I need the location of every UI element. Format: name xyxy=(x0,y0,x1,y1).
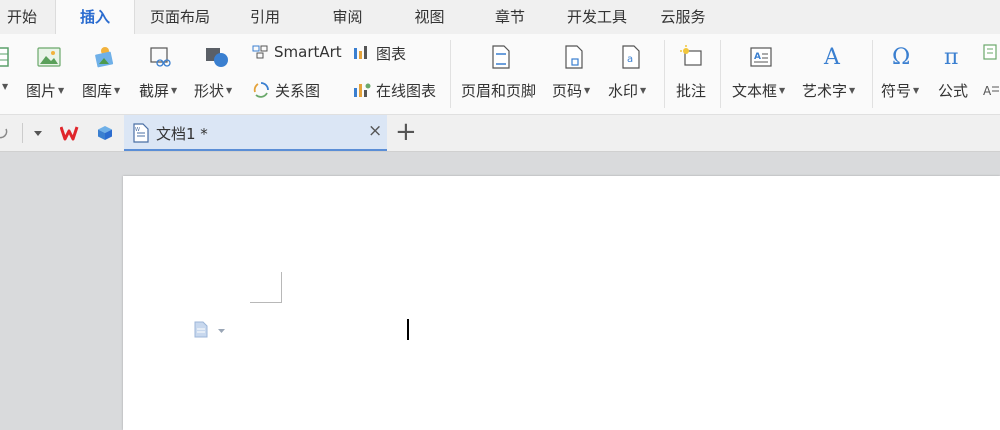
table-dropdown-caret: ▼ xyxy=(2,82,9,91)
page-number-button[interactable]: 页码 ▼ xyxy=(550,34,598,112)
tab-section[interactable]: 章节 xyxy=(482,0,538,34)
svg-text:A: A xyxy=(983,84,992,98)
gallery-dropdown-caret: ▼ xyxy=(114,86,121,95)
screenshot-button[interactable]: 截屏 ▼ xyxy=(137,34,187,112)
online-chart-icon xyxy=(354,83,371,97)
ribbon-separator xyxy=(664,40,665,108)
ribbon-separator xyxy=(720,40,721,108)
textbox-button[interactable]: A 文本框 ▼ xyxy=(728,34,794,112)
cycle-icon xyxy=(253,82,269,98)
omega-icon: Ω xyxy=(892,45,910,68)
wordart-button[interactable]: A 艺术字 ▼ xyxy=(800,34,866,112)
document-tab-title: 文档1 * xyxy=(156,125,208,143)
textbox-icon: A xyxy=(750,47,772,67)
tab-insert[interactable]: 插入 xyxy=(55,0,135,34)
tab-review[interactable]: 审阅 xyxy=(320,0,375,34)
online-chart-button[interactable]: 在线图表 xyxy=(353,79,445,103)
formula-button[interactable]: π 公式 xyxy=(935,34,975,112)
text-cursor xyxy=(407,319,409,340)
watermark-button[interactable]: a 水印 ▼ xyxy=(606,34,656,112)
svg-text:A: A xyxy=(823,45,841,68)
screenshot-dropdown-caret: ▼ xyxy=(171,86,178,95)
margin-corner-mark xyxy=(250,272,282,303)
document-tab[interactable]: W 文档1 * × xyxy=(124,115,387,151)
document-tab-bar: W 文档1 * × + xyxy=(0,115,1000,152)
tab-view[interactable]: 视图 xyxy=(402,0,457,34)
symbol-label: 符号 xyxy=(881,82,912,100)
page-number-icon xyxy=(565,45,583,69)
shapes-button[interactable]: 形状 ▼ xyxy=(193,34,243,112)
ribbon-insert: ▼ 图片 ▼ 图库 ▼ 截屏 ▼ 形状 ▼ SmartArt 图表 关系图 在线… xyxy=(0,34,1000,115)
paragraph-layout-icon[interactable] xyxy=(193,321,229,339)
more-tools-icon-2[interactable]: A xyxy=(982,82,1000,98)
online-chart-label: 在线图表 xyxy=(376,82,437,100)
wordart-dropdown-caret: ▼ xyxy=(849,86,856,95)
screenshot-icon xyxy=(150,47,171,67)
shapes-icon xyxy=(206,48,228,67)
svg-text:A: A xyxy=(754,52,761,62)
relation-label: 关系图 xyxy=(275,82,321,100)
picture-dropdown-caret: ▼ xyxy=(58,86,65,95)
smartart-label: SmartArt xyxy=(274,43,342,61)
wps-logo-icon[interactable] xyxy=(60,125,82,141)
formula-label: 公式 xyxy=(938,82,969,100)
watermark-icon: a xyxy=(622,45,640,69)
svg-text:π: π xyxy=(944,45,958,68)
wordart-icon: A xyxy=(823,45,841,68)
menu-bar: 开始 插入 页面布局 引用 审阅 视图 章节 开发工具 云服务 xyxy=(0,0,1000,34)
gallery-label: 图库 xyxy=(82,82,113,100)
more-tools-icon[interactable] xyxy=(982,44,1000,60)
close-tab-icon[interactable]: × xyxy=(368,121,382,141)
bar-chart-icon xyxy=(354,46,367,59)
shapes-dropdown-caret: ▼ xyxy=(226,86,233,95)
picture-label: 图片 xyxy=(26,82,57,100)
toolbar-divider xyxy=(22,123,23,143)
header-footer-label: 页眉和页脚 xyxy=(461,82,537,100)
svg-text:a: a xyxy=(627,54,633,65)
new-tab-button[interactable]: + xyxy=(395,116,417,148)
tab-page-layout[interactable]: 页面布局 xyxy=(140,0,220,34)
watermark-label: 水印 xyxy=(608,82,639,100)
header-footer-icon xyxy=(492,45,510,69)
ribbon-separator xyxy=(872,40,873,108)
tab-cloud[interactable]: 云服务 xyxy=(653,0,713,34)
tab-home[interactable]: 开始 xyxy=(0,0,44,34)
tab-references[interactable]: 引用 xyxy=(240,0,290,34)
table-button[interactable]: ▼ xyxy=(0,34,16,112)
wordart-label: 艺术字 xyxy=(802,82,848,100)
document-icon: W xyxy=(133,123,149,143)
ribbon-separator xyxy=(450,40,451,108)
textbox-label: 文本框 xyxy=(732,82,778,100)
smartart-button[interactable]: SmartArt xyxy=(252,42,347,66)
relation-diagram-button[interactable]: 关系图 xyxy=(252,79,332,103)
shapes-label: 形状 xyxy=(194,82,225,100)
document-page[interactable] xyxy=(123,176,1000,430)
page-number-label: 页码 xyxy=(552,82,583,100)
quick-access-dropdown-icon[interactable] xyxy=(34,130,44,138)
comment-label: 批注 xyxy=(676,82,707,100)
symbol-button[interactable]: Ω 符号 ▼ xyxy=(879,34,929,112)
page-number-dropdown-caret: ▼ xyxy=(584,86,591,95)
symbol-dropdown-caret: ▼ xyxy=(913,86,920,95)
chart-label: 图表 xyxy=(376,45,407,63)
pi-icon: π xyxy=(944,45,958,68)
comment-button[interactable]: 批注 xyxy=(672,34,714,112)
chart-button[interactable]: 图表 xyxy=(353,42,415,66)
table-icon xyxy=(0,47,9,67)
redo-icon[interactable] xyxy=(0,125,10,141)
cloud-cube-icon[interactable] xyxy=(97,125,113,141)
header-footer-button[interactable]: 页眉和页脚 xyxy=(458,34,544,112)
gallery-icon xyxy=(95,47,114,68)
comment-icon xyxy=(680,45,702,66)
svg-text:Ω: Ω xyxy=(892,45,910,68)
picture-button[interactable]: 图片 ▼ xyxy=(24,34,72,112)
textbox-dropdown-caret: ▼ xyxy=(779,86,786,95)
picture-icon xyxy=(37,47,61,67)
svg-text:W: W xyxy=(135,127,140,133)
screenshot-label: 截屏 xyxy=(139,82,170,100)
watermark-dropdown-caret: ▼ xyxy=(640,86,647,95)
tab-developer[interactable]: 开发工具 xyxy=(560,0,634,34)
gallery-button[interactable]: 图库 ▼ xyxy=(80,34,130,112)
smartart-icon xyxy=(252,45,268,59)
